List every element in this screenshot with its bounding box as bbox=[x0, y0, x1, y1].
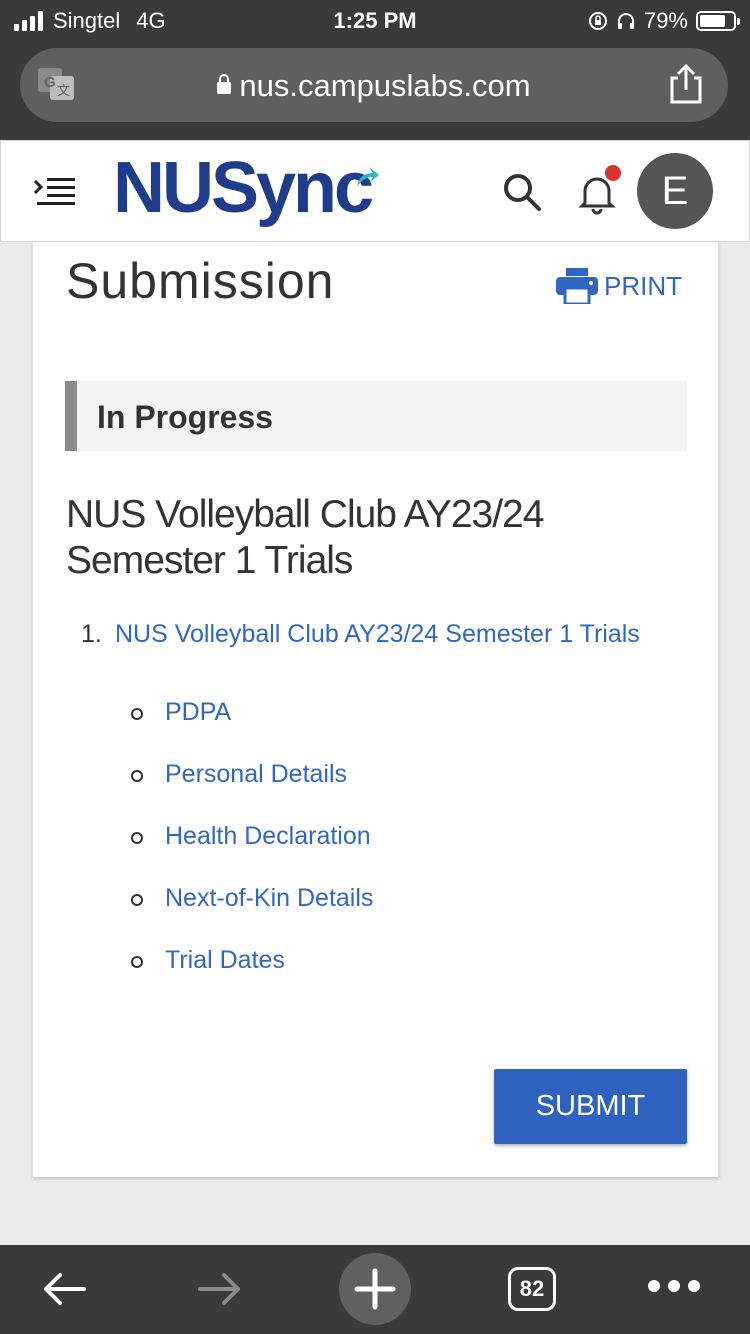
headphones-icon bbox=[617, 13, 634, 29]
forward-arrow-icon[interactable] bbox=[196, 1271, 244, 1307]
back-arrow-icon[interactable] bbox=[40, 1271, 88, 1307]
user-avatar[interactable]: E bbox=[637, 153, 713, 229]
status-text: In Progress bbox=[97, 399, 274, 435]
search-icon[interactable] bbox=[501, 171, 543, 213]
subsection-link-next-of-kin[interactable]: Next-of-Kin Details bbox=[165, 884, 373, 913]
section-number: 1. bbox=[81, 620, 102, 648]
address-bar[interactable]: G 文 nus.campuslabs.com bbox=[20, 48, 728, 122]
page-title: Submission bbox=[66, 253, 335, 309]
app-header: NUSync E bbox=[0, 140, 750, 242]
battery-percentage: 79% bbox=[643, 8, 688, 33]
bullet-icon bbox=[131, 708, 143, 720]
subsection-link-personal-details[interactable]: Personal Details bbox=[165, 760, 347, 789]
bullet-icon bbox=[131, 956, 143, 968]
battery-icon bbox=[696, 11, 740, 31]
bullet-icon bbox=[131, 832, 143, 844]
subsection-link-pdpa[interactable]: PDPA bbox=[165, 698, 231, 727]
print-button[interactable]: PRINT bbox=[556, 268, 682, 304]
tab-switcher-button[interactable]: 82 bbox=[508, 1267, 556, 1311]
submission-card: Submission PRINT In Progress NUS Volleyb… bbox=[32, 242, 719, 1177]
orientation-lock-icon bbox=[588, 12, 607, 30]
print-label: PRINT bbox=[604, 270, 682, 301]
browser-toolbar: 82 bbox=[0, 1245, 750, 1334]
bullet-icon bbox=[131, 894, 143, 906]
lock-icon bbox=[217, 74, 232, 94]
submit-button[interactable]: SUBMIT bbox=[494, 1069, 687, 1144]
form-title: NUS Volleyball Club AY23/24 Semester 1 T… bbox=[66, 493, 544, 582]
share-icon[interactable] bbox=[666, 62, 706, 106]
url-text: nus.campuslabs.com bbox=[239, 68, 531, 103]
menu-icon[interactable] bbox=[33, 175, 77, 207]
more-menu-icon[interactable] bbox=[648, 1280, 700, 1292]
bullet-icon bbox=[131, 770, 143, 782]
nusync-logo[interactable]: NUSync bbox=[113, 147, 374, 229]
subsection-link-trial-dates[interactable]: Trial Dates bbox=[165, 946, 285, 975]
new-tab-button[interactable] bbox=[339, 1253, 411, 1325]
status-banner: In Progress bbox=[65, 381, 687, 451]
plus-icon bbox=[354, 1268, 396, 1310]
browser-address-area: G 文 nus.campuslabs.com bbox=[0, 42, 750, 140]
section-link[interactable]: NUS Volleyball Club AY23/24 Semester 1 T… bbox=[115, 620, 640, 649]
printer-icon bbox=[556, 268, 598, 304]
subsection-link-health-declaration[interactable]: Health Declaration bbox=[165, 822, 371, 851]
logo-arrow-icon bbox=[357, 167, 379, 187]
status-bar: Singtel 4G 1:25 PM 79% bbox=[0, 0, 750, 42]
notification-badge bbox=[605, 165, 621, 181]
